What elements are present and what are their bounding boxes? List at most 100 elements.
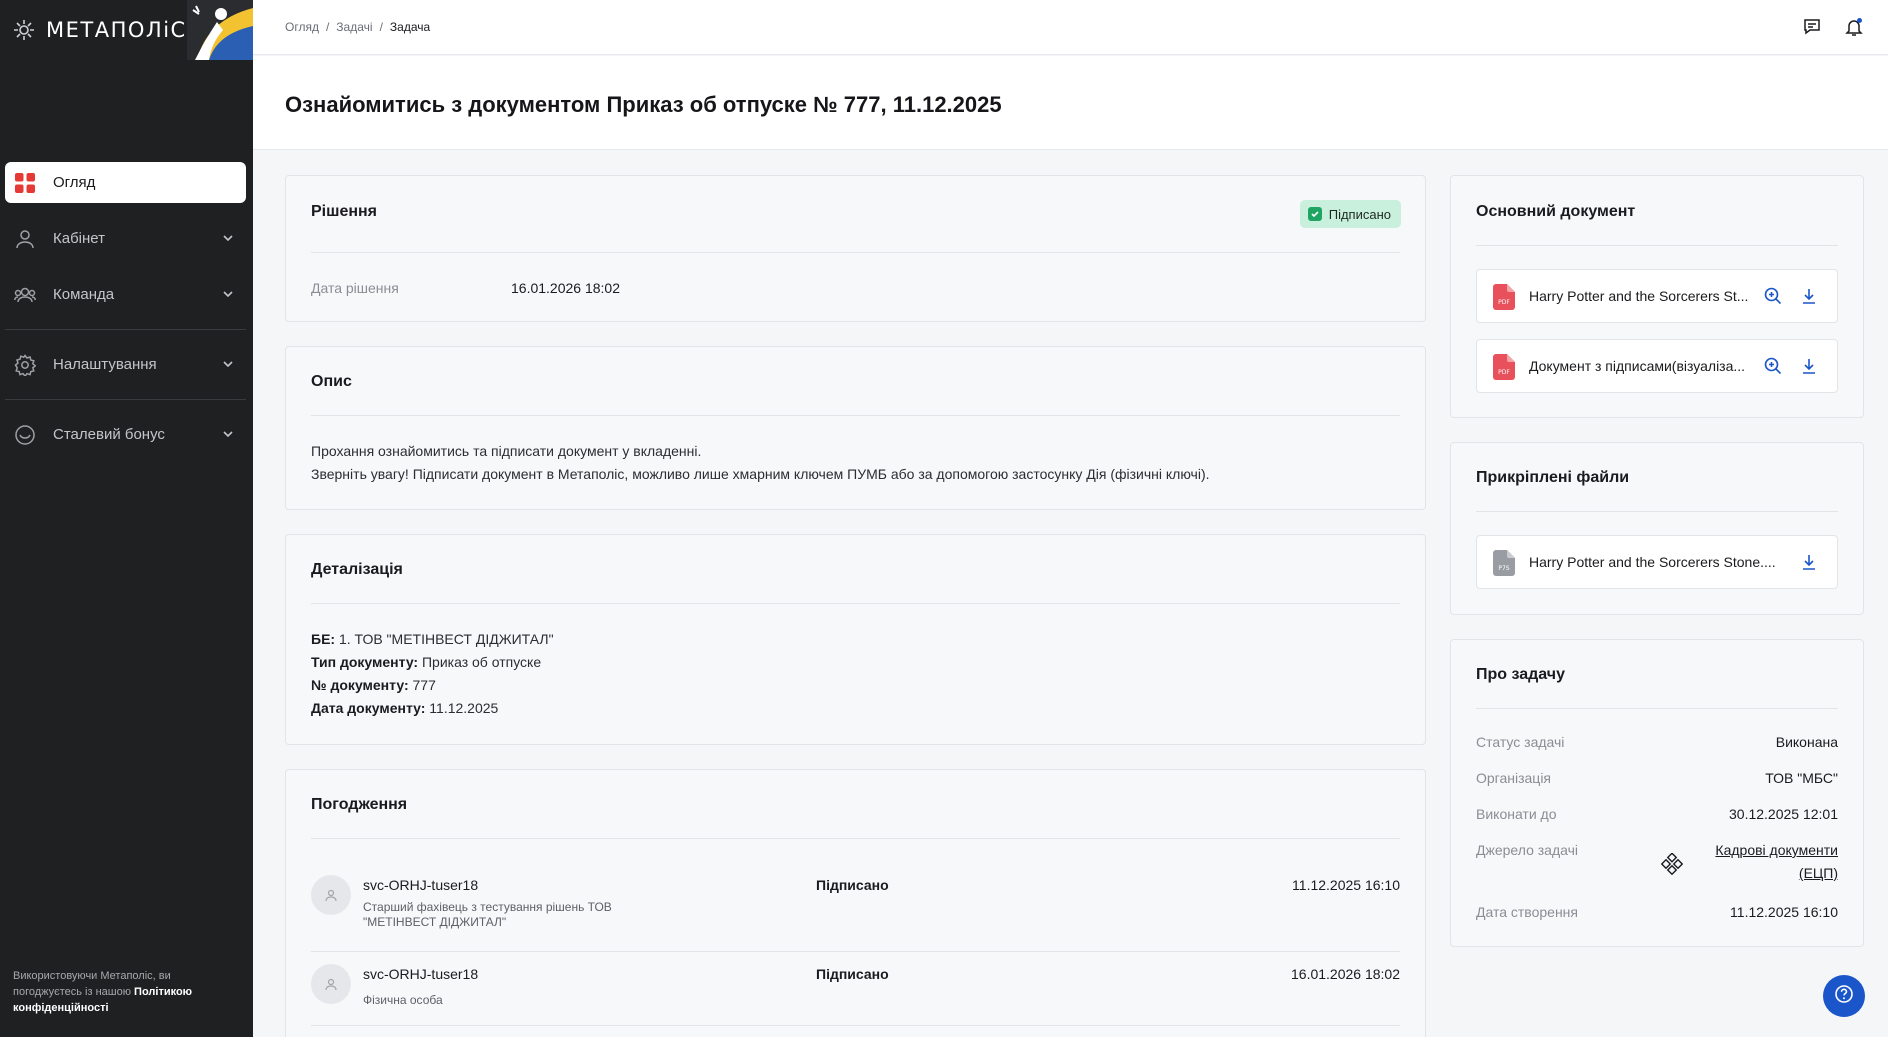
task-source-label: Джерело задачі bbox=[1476, 842, 1578, 858]
breadcrumb-overview[interactable]: Огляд bbox=[285, 20, 319, 34]
attachments-title: Прикріплені файли bbox=[1476, 469, 1630, 486]
task-status-label: Статус задачі bbox=[1476, 734, 1565, 750]
bonus-icon bbox=[13, 423, 37, 447]
sidebar-item-bonus[interactable]: Сталевий бонус bbox=[5, 414, 246, 455]
sidebar-item-label: Кабінет bbox=[53, 230, 106, 247]
about-title: Про задачу bbox=[1476, 666, 1565, 683]
source-module-icon bbox=[1660, 852, 1684, 880]
divider bbox=[311, 415, 1400, 416]
divider bbox=[311, 838, 1400, 839]
avatar bbox=[311, 964, 351, 1004]
approval-date: 11.12.2025 16:10 bbox=[1292, 877, 1400, 893]
logo-icon bbox=[12, 18, 36, 42]
sidebar-item-label: Команда bbox=[53, 286, 115, 303]
breadcrumb-separator: / bbox=[379, 20, 383, 34]
page-header: Ознайомитись з документом Приказ об отпу… bbox=[253, 56, 1888, 150]
avatar bbox=[311, 875, 351, 915]
attachments-card: Прикріплені файли P7S Harry Potter and t… bbox=[1450, 442, 1864, 615]
file-type-label: P7S bbox=[1498, 565, 1509, 572]
decision-date-value: 16.01.2026 18:02 bbox=[511, 280, 620, 296]
breadcrumb-tasks[interactable]: Задачі bbox=[336, 20, 372, 34]
zoom-in-icon[interactable] bbox=[1763, 356, 1783, 376]
detail-row: Тип документу: Приказ об отпуске bbox=[311, 654, 541, 670]
help-icon bbox=[1834, 984, 1854, 1009]
chevron-down-icon bbox=[222, 231, 234, 248]
sidebar-item-label: Налаштування bbox=[53, 356, 157, 373]
chevron-down-icon bbox=[222, 427, 234, 444]
help-button[interactable] bbox=[1823, 975, 1865, 1017]
divider bbox=[311, 603, 1400, 604]
details-card: Деталізація БЕ: 1. ТОВ "МЕТІНВЕСТ ДІДЖИТ… bbox=[285, 534, 1426, 745]
sidebar-nav: Огляд Кабінет Команда Налаштування Стале… bbox=[5, 162, 246, 455]
download-icon[interactable] bbox=[1799, 356, 1819, 376]
description-line: Зверніть увагу! Підписати документ в Мет… bbox=[311, 466, 1210, 482]
breadcrumb: Огляд / Задачі / Задача bbox=[285, 20, 430, 34]
chat-icon[interactable] bbox=[1802, 17, 1822, 42]
detail-value: 11.12.2025 bbox=[425, 700, 499, 716]
sidebar: МЕТАПОЛіС Огляд Кабінет Команда Налаштув… bbox=[0, 0, 253, 1037]
file-item[interactable]: P7S Harry Potter and the Sorcerers Stone… bbox=[1476, 535, 1838, 589]
approval-status: Підписано bbox=[816, 966, 889, 982]
page-title: Ознайомитись з документом Приказ об отпу… bbox=[285, 92, 1002, 117]
sidebar-item-team[interactable]: Команда bbox=[5, 274, 246, 315]
divider bbox=[5, 399, 246, 400]
decision-card: Рішення Підписано Дата рішення 16.01.202… bbox=[285, 175, 1426, 322]
logo-text: МЕТАПОЛіС bbox=[46, 18, 187, 42]
file-item[interactable]: PDF Документ з підписами(візуаліза... bbox=[1476, 339, 1838, 393]
divider bbox=[5, 329, 246, 330]
decision-date-label: Дата рішення bbox=[311, 280, 399, 296]
sidebar-item-settings[interactable]: Налаштування bbox=[5, 344, 246, 385]
file-name[interactable]: Harry Potter and the Sorcerers St... bbox=[1529, 288, 1761, 304]
description-card: Опис Прохання ознайомитись та підписати … bbox=[285, 346, 1426, 510]
divider bbox=[1476, 511, 1838, 512]
topbar: Огляд / Задачі / Задача bbox=[253, 0, 1888, 55]
user-icon bbox=[13, 227, 37, 251]
main-document-card: Основний документ PDF Harry Potter and t… bbox=[1450, 175, 1864, 418]
task-status-value: Виконана bbox=[1775, 734, 1838, 750]
approval-row: svc-ORHJ-tuser18 Старший фахівець з тест… bbox=[311, 863, 1400, 952]
description-title: Опис bbox=[311, 373, 352, 390]
about-task-card: Про задачу Статус задачі Виконана Органі… bbox=[1450, 639, 1864, 947]
chevron-down-icon bbox=[222, 287, 234, 304]
file-name[interactable]: Документ з підписами(візуаліза... bbox=[1529, 358, 1761, 374]
due-date-value: 30.12.2025 12:01 bbox=[1729, 806, 1838, 822]
detail-value: 777 bbox=[408, 677, 436, 693]
detail-row: Дата документу: 11.12.2025 bbox=[311, 700, 498, 716]
due-date-label: Виконати до bbox=[1476, 806, 1557, 822]
approval-row: svc-ORHJ-tuser18 Фізична особа Підписано… bbox=[311, 952, 1400, 1026]
divider bbox=[1476, 245, 1838, 246]
pdf-file-icon: PDF bbox=[1493, 354, 1515, 380]
team-icon bbox=[13, 283, 37, 307]
detail-label: № документу: bbox=[311, 677, 409, 693]
sidebar-item-overview[interactable]: Огляд bbox=[5, 162, 246, 203]
approval-status: Підписано bbox=[816, 877, 889, 893]
main-document-title: Основний документ bbox=[1476, 203, 1636, 220]
detail-label: Дата документу: bbox=[311, 700, 426, 716]
detail-row: № документу: 777 bbox=[311, 677, 436, 693]
detail-value: 1. ТОВ "МЕТІНВЕСТ ДІДЖИТАЛ" bbox=[335, 631, 554, 647]
task-source-link[interactable]: Кадрові документи (ЕЦП) bbox=[1698, 839, 1838, 885]
download-icon[interactable] bbox=[1799, 552, 1819, 572]
download-icon[interactable] bbox=[1799, 286, 1819, 306]
file-type-label: PDF bbox=[1498, 369, 1510, 376]
description-line: Прохання ознайомитись та підписати докум… bbox=[311, 443, 702, 459]
detail-label: БЕ: bbox=[311, 631, 336, 647]
signature-file-icon: P7S bbox=[1493, 550, 1515, 576]
organization-label: Організація bbox=[1476, 770, 1552, 786]
approvals-title: Погодження bbox=[311, 796, 408, 813]
zoom-in-icon[interactable] bbox=[1763, 286, 1783, 306]
approver-name: svc-ORHJ-tuser18 bbox=[363, 966, 479, 982]
chevron-down-icon bbox=[222, 357, 234, 374]
detail-label: Тип документу: bbox=[311, 654, 419, 670]
sidebar-item-label: Огляд bbox=[53, 174, 96, 191]
file-item[interactable]: PDF Harry Potter and the Sorcerers St... bbox=[1476, 269, 1838, 323]
sidebar-item-cabinet[interactable]: Кабінет bbox=[5, 218, 246, 259]
bell-icon[interactable] bbox=[1844, 17, 1864, 42]
privacy-notice: Використовуючи Метаполіс, ви погоджуєтес… bbox=[13, 968, 233, 1016]
logo-illustration bbox=[187, 0, 253, 60]
approver-position: Старший фахівець з тестування рішень ТОВ… bbox=[363, 900, 612, 929]
file-name[interactable]: Harry Potter and the Sorcerers Stone.... bbox=[1529, 554, 1799, 570]
details-title: Деталізація bbox=[311, 561, 403, 578]
approvals-card: Погодження svc-ORHJ-tuser18 Старший фахі… bbox=[285, 769, 1426, 1037]
logo[interactable]: МЕТАПОЛіС bbox=[0, 0, 253, 60]
